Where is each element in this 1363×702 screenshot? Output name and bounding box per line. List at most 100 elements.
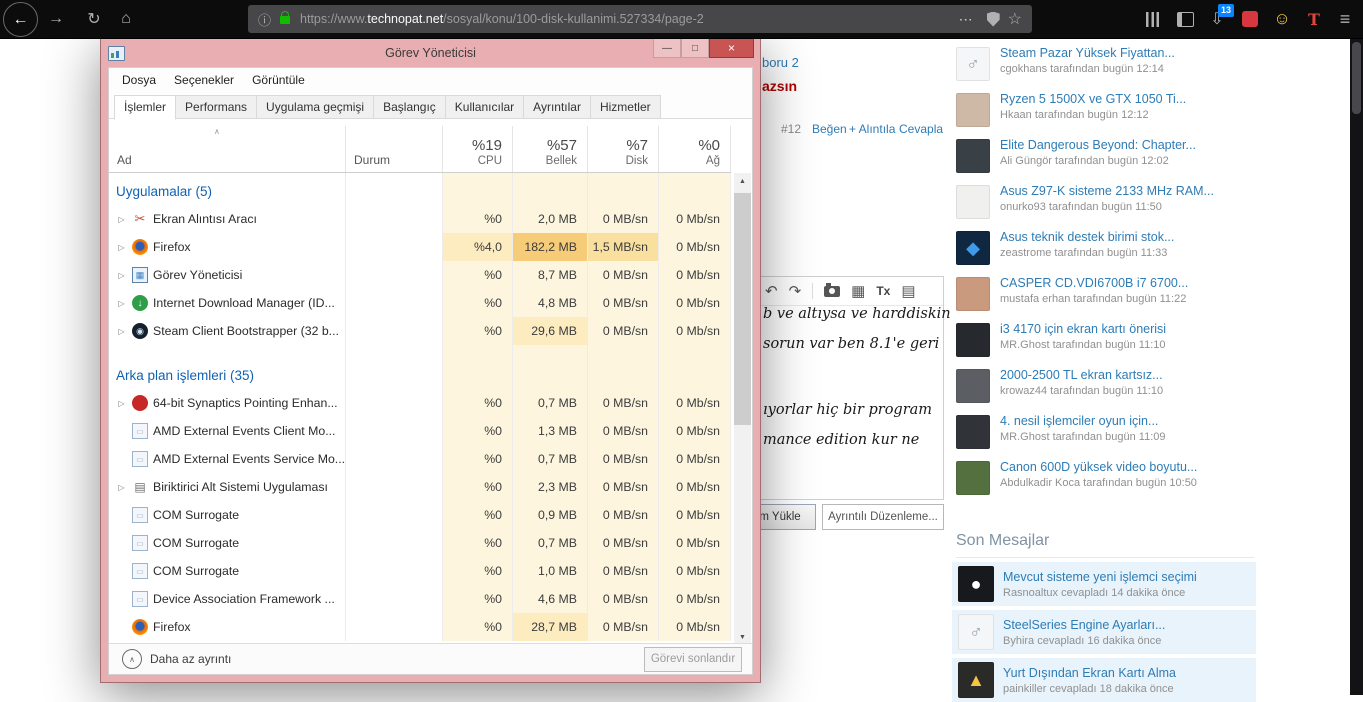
quote-link[interactable]: + Alıntıla	[849, 122, 895, 136]
thread-title[interactable]: Canon 600D yüksek video boyutu...	[1000, 460, 1197, 475]
scroll-up-icon[interactable]: ▲	[734, 173, 751, 190]
thread-item[interactable]: Ryzen 5 1500X ve GTX 1050 Ti... Hkaan tar…	[956, 92, 1256, 138]
column-header-cpu[interactable]: %19 CPU	[443, 126, 513, 172]
expand-icon[interactable]: ▷	[116, 483, 127, 492]
expand-icon[interactable]: ▷	[116, 243, 127, 252]
tm-process-row[interactable]: ▷ ✂ Ekran Alıntısı Aracı %0 2,0 MB 0 MB/sn 0 M…	[109, 205, 731, 233]
tm-process-row[interactable]: ▷ ↓ Internet Download Manager (ID... %0 4,8 …	[109, 289, 731, 317]
thread-title[interactable]: CASPER CD.VDI6700B i7 6700...	[1000, 276, 1188, 291]
task-manager-titlebar[interactable]: Görev Yöneticisi — □ ×	[101, 39, 760, 67]
close-button[interactable]: ×	[709, 39, 754, 58]
thread-title[interactable]: Ryzen 5 1500X ve GTX 1050 Ti...	[1000, 92, 1186, 107]
recent-avatar[interactable]: ▲	[958, 662, 994, 698]
thread-avatar[interactable]	[956, 323, 990, 357]
draft-icon[interactable]: ▤	[901, 282, 915, 300]
recent-title[interactable]: Yurt Dışından Ekran Kartı Alma	[1003, 666, 1176, 681]
thread-item[interactable]: ♂ Steam Pazar Yüksek Fiyattan... cgokhans …	[956, 46, 1256, 92]
recent-title[interactable]: SteelSeries Engine Ayarları...	[1003, 618, 1165, 633]
thread-item[interactable]: 4. nesil işlemciler oyun için... MR.Ghost…	[956, 414, 1256, 460]
fewer-details-toggle[interactable]: ∧ Daha az ayrıntı	[122, 649, 231, 669]
thread-item[interactable]: Canon 600D yüksek video boyutu... Abdulka…	[956, 460, 1256, 506]
bookmark-star-icon[interactable]: ☆	[1008, 9, 1022, 29]
recent-avatar[interactable]: ●	[958, 566, 994, 602]
tm-process-row[interactable]: ▭ COM Surrogate %0 0,7 MB 0 MB/sn 0 Mb/sn	[109, 529, 731, 557]
tm-process-row[interactable]: ▷ ◉ Steam Client Bootstrapper (32 b... %0 29…	[109, 317, 731, 345]
recent-post-item[interactable]: ♂ SteelSeries Engine Ayarları... Byhira ce…	[952, 610, 1256, 654]
thread-title[interactable]: 4. nesil işlemciler oyun için...	[1000, 414, 1166, 429]
end-task-button[interactable]: Görevi sonlandır	[644, 646, 742, 672]
thread-title[interactable]: Asus Z97-K sisteme 2133 MHz RAM...	[1000, 184, 1214, 199]
tm-scrollbar[interactable]: ▲ ▼	[734, 173, 751, 646]
thread-avatar[interactable]	[956, 369, 990, 403]
sidebar-toggle-icon[interactable]	[1171, 0, 1199, 38]
thread-avatar[interactable]	[956, 93, 990, 127]
tm-process-row[interactable]: Firefox %0 28,7 MB 0 MB/sn 0 Mb/sn	[109, 613, 731, 641]
tm-menu-item[interactable]: Seçenekler	[165, 69, 243, 91]
site-info-icon[interactable]: ⓘ	[258, 10, 271, 29]
emoji-extension-icon[interactable]: ☺	[1268, 0, 1296, 38]
url-bar[interactable]: ⓘ https://www.technopat.net/sosyal/konu/…	[248, 5, 1032, 33]
thread-item[interactable]: Elite Dangerous Beyond: Chapter... Ali Gü…	[956, 138, 1256, 184]
advanced-edit-button[interactable]: Ayrıntılı Düzenleme...	[822, 504, 944, 530]
thread-item[interactable]: 2000-2500 TL ekran kartsız... krowaz44 ta…	[956, 368, 1256, 414]
tm-group-row[interactable]: Arka plan işlemleri (35)	[109, 345, 731, 389]
tab-başlangıç[interactable]: Başlangıç	[373, 95, 446, 119]
maximize-button[interactable]: □	[681, 39, 709, 58]
tm-process-row[interactable]: ▭ AMD External Events Client Mo... %0 1,3 M…	[109, 417, 731, 445]
shield-icon[interactable]	[986, 11, 1000, 27]
tab-kullanıcılar[interactable]: Kullanıcılar	[444, 95, 525, 119]
expand-icon[interactable]: ▷	[116, 327, 127, 336]
thread-item[interactable]: ◆ Asus teknik destek birimi stok... zeastr…	[956, 230, 1256, 276]
forward-button[interactable]: →	[42, 0, 70, 38]
thread-avatar[interactable]	[956, 461, 990, 495]
reply-link[interactable]: Cevapla	[899, 122, 943, 136]
tm-process-row[interactable]: ▷ 64-bit Synaptics Pointing Enhan... %0 0,7…	[109, 389, 731, 417]
expand-icon[interactable]: ▷	[116, 215, 127, 224]
thread-avatar[interactable]: ♂	[956, 47, 990, 81]
table-icon[interactable]: ▦	[851, 282, 865, 300]
thread-avatar[interactable]	[956, 277, 990, 311]
tm-process-row[interactable]: ▷ ▤ Biriktirici Alt Sistemi Uygulaması %0 2,…	[109, 473, 731, 501]
tm-menu-item[interactable]: Görüntüle	[243, 69, 314, 91]
thread-title[interactable]: 2000-2500 TL ekran kartsız...	[1000, 368, 1163, 383]
thread-avatar[interactable]: ◆	[956, 231, 990, 265]
tm-process-row[interactable]: ▭ COM Surrogate %0 0,9 MB 0 MB/sn 0 Mb/sn	[109, 501, 731, 529]
thread-title[interactable]: Asus teknik destek birimi stok...	[1000, 230, 1174, 245]
tab-hizmetler[interactable]: Hizmetler	[589, 95, 661, 119]
tab-uygulama geçmişi[interactable]: Uygulama geçmişi	[256, 95, 375, 119]
menu-button[interactable]: ≡	[1331, 0, 1359, 38]
camera-icon[interactable]	[824, 282, 841, 297]
undo-icon[interactable]: ↶	[765, 282, 778, 300]
page-actions-icon[interactable]: ⋯	[953, 11, 979, 28]
thread-title[interactable]: i3 4170 için ekran kartı önerisi	[1000, 322, 1166, 337]
reload-button[interactable]: ↻	[80, 0, 108, 38]
thread-avatar[interactable]	[956, 415, 990, 449]
like-link[interactable]: Beğen	[812, 122, 847, 136]
thread-item[interactable]: i3 4170 için ekran kartı önerisi MR.Ghost…	[956, 322, 1256, 368]
thread-title[interactable]: Steam Pazar Yüksek Fiyattan...	[1000, 46, 1175, 61]
library-icon[interactable]	[1139, 0, 1167, 38]
thread-link-fragment[interactable]: boru 2	[762, 55, 799, 70]
tab-ayrıntılar[interactable]: Ayrıntılar	[523, 95, 591, 119]
tm-process-row[interactable]: ▭ COM Surrogate %0 1,0 MB 0 MB/sn 0 Mb/sn	[109, 557, 731, 585]
clear-format-icon[interactable]: Tx	[876, 284, 890, 298]
tm-scroll-thumb[interactable]	[734, 193, 751, 425]
column-header-disk[interactable]: %7 Disk	[588, 126, 659, 172]
column-header-name[interactable]: ∧ Ad	[109, 126, 346, 172]
download-extension-icon[interactable]: ⇩ 13	[1203, 0, 1234, 38]
expand-icon[interactable]: ▷	[116, 271, 127, 280]
tm-menu-item[interactable]: Dosya	[113, 69, 165, 91]
t-extension-icon[interactable]: T	[1300, 0, 1328, 38]
tab-i̇şlemler[interactable]: İşlemler	[114, 95, 177, 120]
thread-item[interactable]: Asus Z97-K sisteme 2133 MHz RAM... onurko…	[956, 184, 1256, 230]
column-header-bellek[interactable]: %57 Bellek	[513, 126, 588, 172]
thread-item[interactable]: CASPER CD.VDI6700B i7 6700... mustafa erh…	[956, 276, 1256, 322]
expand-icon[interactable]: ▷	[116, 399, 127, 408]
adblock-icon[interactable]	[1236, 0, 1264, 38]
back-button[interactable]: ←	[3, 2, 38, 37]
tm-group-row[interactable]: Uygulamalar (5)	[109, 173, 731, 205]
recent-post-item[interactable]: ● Mevcut sisteme yeni işlemci seçimi Rasno…	[952, 562, 1256, 606]
tm-process-row[interactable]: ▷ Firefox %4,0 182,2 MB 1,5 MB/sn 0 Mb/sn	[109, 233, 731, 261]
home-button[interactable]: ⌂	[112, 0, 140, 38]
tm-process-row[interactable]: ▭ AMD External Events Service Mo... %0 0,7 …	[109, 445, 731, 473]
